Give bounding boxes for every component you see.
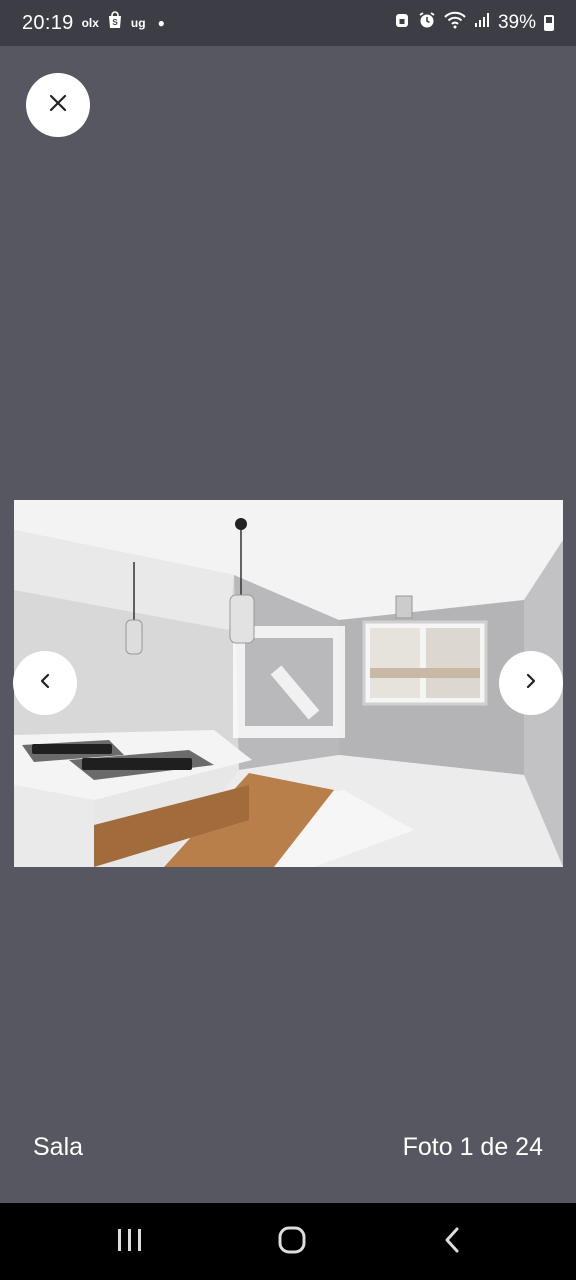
system-navigation-bar: [0, 1203, 576, 1280]
previous-photo-button[interactable]: [13, 651, 77, 715]
recents-button[interactable]: [104, 1223, 156, 1261]
chevron-right-icon: [524, 672, 538, 695]
olx-icon: olx: [81, 16, 99, 30]
wifi-icon: [444, 11, 466, 35]
status-right: 39%: [394, 11, 554, 35]
svg-text:S: S: [112, 18, 118, 27]
alarm-icon: [418, 11, 436, 35]
home-button[interactable]: [266, 1223, 318, 1261]
listing-photo[interactable]: [14, 500, 563, 867]
shopping-bag-icon: S: [107, 11, 123, 35]
close-button[interactable]: [26, 73, 90, 137]
battery-icon: [544, 15, 554, 31]
photo-viewer-screen: 20:19 olx S ug ● 39% Sala Foto 1 de 24: [0, 0, 576, 1280]
living-room-image: [14, 500, 563, 867]
home-icon: [276, 1224, 308, 1261]
photo-caption: Sala: [33, 1133, 84, 1161]
status-bar: 20:19 olx S ug ● 39%: [0, 0, 576, 46]
recents-icon: [115, 1226, 145, 1259]
ug-icon: ug: [130, 16, 146, 30]
back-icon: [442, 1225, 462, 1260]
photo-counter: Foto 1 de 24: [402, 1133, 543, 1161]
back-button[interactable]: [426, 1223, 478, 1261]
close-icon: [48, 93, 68, 118]
battery-percent: 39%: [497, 12, 536, 33]
lock-badge-icon: [394, 11, 410, 35]
notification-dot: ●: [157, 16, 165, 30]
status-left: 20:19 olx S ug ●: [22, 11, 165, 35]
chevron-left-icon: [38, 672, 52, 695]
next-photo-button[interactable]: [499, 651, 563, 715]
status-time: 20:19: [22, 11, 74, 34]
signal-icon: [474, 12, 490, 34]
